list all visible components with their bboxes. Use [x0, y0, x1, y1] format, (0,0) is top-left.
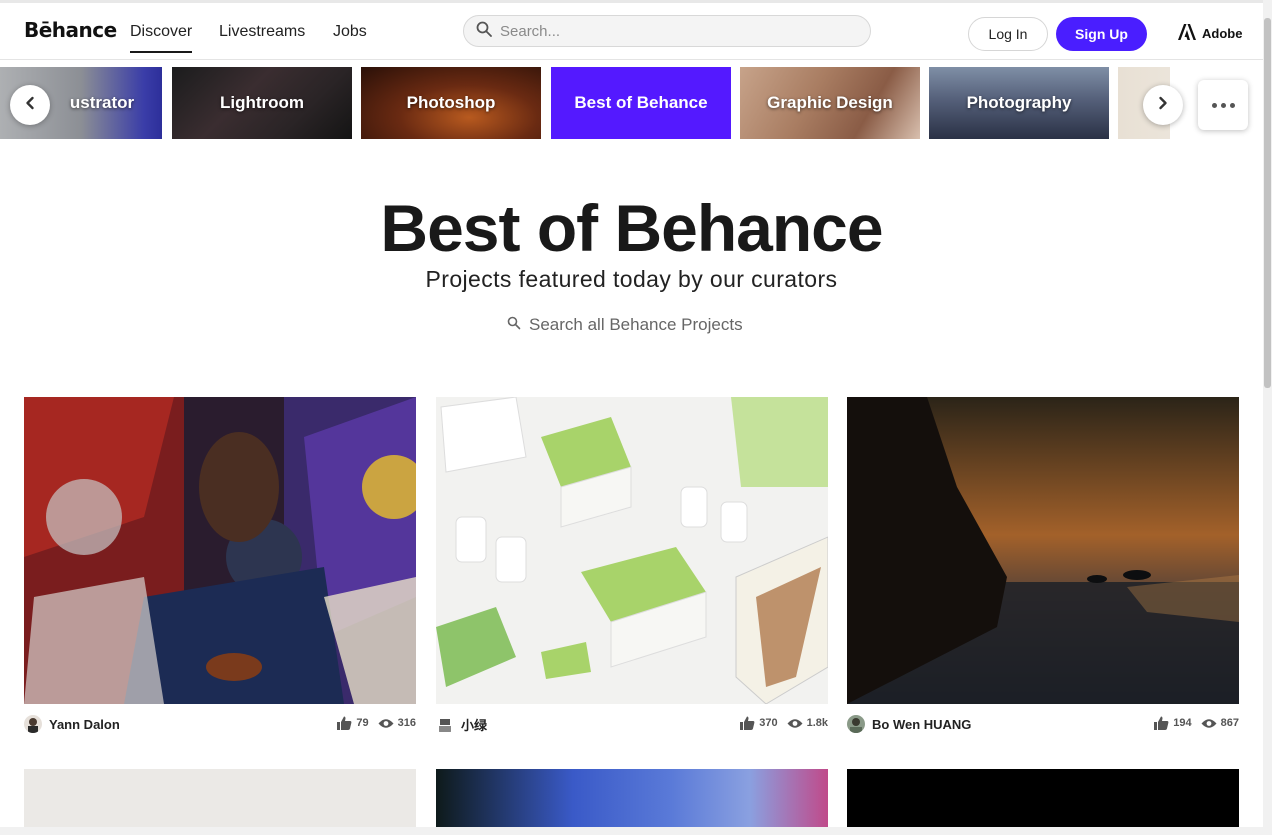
- eye-icon: [1201, 718, 1217, 729]
- project-owner[interactable]: Bo Wen HUANG: [847, 715, 971, 733]
- page-subtitle: Projects featured today by our curators: [425, 266, 838, 292]
- project-thumbnail[interactable]: [24, 397, 416, 704]
- search-projects-link[interactable]: Search all Behance Projects: [507, 315, 743, 335]
- owner-name: Bo Wen HUANG: [872, 716, 972, 732]
- eye-icon: [787, 718, 803, 729]
- category-graphic-design[interactable]: Graphic Design: [740, 67, 920, 139]
- views-count: 316: [397, 717, 416, 729]
- project-thumbnail[interactable]: [436, 397, 828, 704]
- page-title: Best of Behance: [380, 191, 883, 265]
- project-artwork-packaging: [436, 397, 828, 704]
- category-label: Photography: [966, 93, 1072, 112]
- project-meta: Bo Wen HUANG 194 867: [847, 715, 1239, 735]
- owner-name: 小绿: [461, 718, 488, 733]
- thumbs-up-icon: [1154, 716, 1169, 730]
- thumbs-up-icon: [337, 716, 352, 730]
- behance-logo[interactable]: Bēhance: [24, 18, 117, 42]
- nav-livestreams[interactable]: Livestreams: [219, 23, 305, 41]
- signup-button[interactable]: Sign Up: [1056, 17, 1147, 51]
- project-owner[interactable]: 小绿: [436, 715, 487, 734]
- owner-name: Yann Dalon: [49, 716, 120, 732]
- adobe-link[interactable]: Adobe: [1178, 24, 1242, 43]
- login-button[interactable]: Log In: [968, 17, 1048, 51]
- category-label: ustrator: [69, 93, 135, 112]
- category-label: Lightroom: [219, 93, 305, 112]
- search-icon: [507, 315, 521, 335]
- thumbs-up-icon: [740, 716, 755, 730]
- vertical-scrollbar[interactable]: [1263, 0, 1272, 835]
- category-carousel: ustrator Lightroom Photoshop Best of Beh…: [0, 67, 1170, 139]
- category-lightroom[interactable]: Lightroom: [172, 67, 352, 139]
- adobe-label: Adobe: [1202, 26, 1243, 41]
- adobe-logo-icon: [1178, 24, 1196, 43]
- views-count: 1.8k: [806, 717, 828, 729]
- more-dots-icon: [1211, 102, 1217, 108]
- project-artwork-seascape: [847, 397, 1239, 704]
- project-thumbnail[interactable]: [847, 397, 1239, 704]
- project-stats: 370 1.8k: [740, 716, 828, 730]
- category-label: Graphic Design: [767, 93, 893, 112]
- project-thumbnail[interactable]: [847, 769, 1239, 827]
- top-navigation: Bēhance Discover Livestreams Jobs Log In…: [0, 0, 1263, 60]
- search-projects-label: Search all Behance Projects: [529, 315, 743, 334]
- likes-count: 79: [356, 717, 369, 729]
- project-owner[interactable]: Yann Dalon: [24, 715, 120, 733]
- scrollbar-thumb[interactable]: [1264, 18, 1271, 388]
- project-stats: 194 867: [1154, 716, 1239, 730]
- project-thumbnail[interactable]: [436, 769, 828, 827]
- views-count: 867: [1220, 717, 1239, 729]
- project-meta: Yann Dalon 79 316: [24, 715, 416, 735]
- search-input[interactable]: [498, 21, 838, 41]
- avatar: [847, 715, 865, 733]
- avatar: [436, 715, 454, 734]
- avatar: [24, 715, 42, 733]
- carousel-prev-button[interactable]: [10, 85, 50, 125]
- eye-icon: [378, 718, 394, 729]
- search-bar[interactable]: [463, 15, 871, 47]
- project-thumbnail[interactable]: [24, 769, 416, 827]
- carousel-next-button[interactable]: [1143, 85, 1183, 125]
- chevron-left-icon: [23, 96, 37, 115]
- category-best-of-behance[interactable]: Best of Behance: [551, 67, 731, 139]
- category-label: Best of Behance: [574, 93, 708, 112]
- nav-jobs[interactable]: Jobs: [333, 23, 367, 41]
- nav-discover[interactable]: Discover: [130, 23, 193, 53]
- category-label: Photoshop: [406, 93, 496, 112]
- more-categories-button[interactable]: [1198, 80, 1248, 130]
- likes-count: 370: [759, 717, 778, 729]
- category-photoshop[interactable]: Photoshop: [361, 67, 541, 139]
- horizontal-scrollbar[interactable]: [0, 827, 1263, 835]
- category-photography[interactable]: Photography: [929, 67, 1109, 139]
- chevron-right-icon: [1156, 96, 1170, 115]
- project-meta: 小绿 370 1.8k: [436, 715, 828, 735]
- project-stats: 79 316: [337, 716, 416, 730]
- likes-count: 194: [1173, 717, 1192, 729]
- project-artwork-football: [24, 397, 416, 704]
- search-icon: [476, 21, 492, 42]
